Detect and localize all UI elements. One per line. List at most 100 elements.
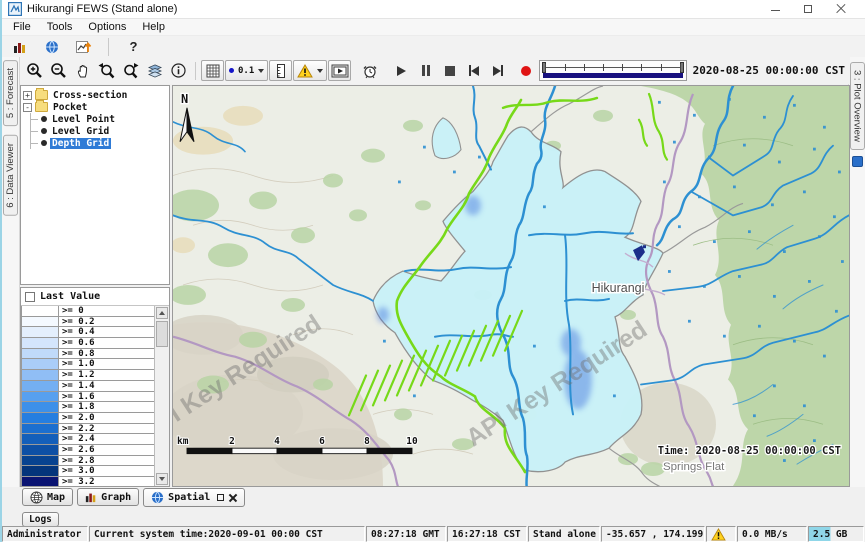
play-button[interactable] (390, 60, 413, 81)
status-cell-2: 08:27:18 GMT (366, 526, 446, 542)
map-canvas[interactable]: API Key Required API Key Required Hikura… (172, 85, 850, 487)
record-button[interactable] (510, 60, 533, 81)
logs-button[interactable]: Logs (22, 512, 59, 527)
legend-value: >= 3.2 (58, 477, 154, 486)
bullet-icon (41, 140, 47, 146)
pause-icon (422, 65, 431, 76)
time-slider-range-bar (543, 73, 682, 78)
legend-swatch (22, 392, 58, 402)
tree-node[interactable]: +Cross-section (23, 89, 167, 101)
legend-value: >= 1.4 (58, 381, 154, 391)
statistics-button[interactable] (8, 36, 31, 57)
expander-icon[interactable]: - (23, 103, 32, 112)
tab-data-viewer[interactable]: 6 : Data Viewer (3, 135, 18, 216)
timeseries-dialog-button[interactable] (72, 36, 95, 57)
wire-globe-icon (30, 491, 43, 504)
legend-row: >= 1.2 (22, 370, 154, 381)
tree-leaf[interactable]: Level Point (31, 113, 167, 125)
spatial-display-button[interactable] (40, 36, 63, 57)
tab-spatial[interactable]: Spatial (143, 488, 245, 507)
menu-file[interactable]: File (5, 20, 39, 34)
legend-swatch (22, 370, 58, 380)
tree-leaf[interactable]: Level Grid (31, 125, 167, 137)
scrollbar-thumb[interactable] (156, 321, 168, 347)
folder-icon (35, 102, 48, 112)
legend-row: >= 2.6 (22, 445, 154, 456)
maximize-button[interactable] (803, 4, 814, 15)
warning-icon (711, 528, 726, 541)
legend-row: >= 2.4 (22, 434, 154, 445)
time-slider[interactable] (539, 60, 686, 81)
pause-button[interactable] (414, 60, 437, 81)
svg-text:2: 2 (229, 436, 235, 447)
tab-close-icon[interactable] (228, 493, 237, 502)
tab-forecast[interactable]: 5 : Forecast (3, 60, 18, 126)
help-button[interactable]: ? (122, 36, 145, 57)
legend-row: >= 2.2 (22, 424, 154, 435)
dock-icon[interactable] (852, 156, 863, 167)
menu-bar: File Tools Options Help (2, 19, 865, 36)
skip-start-icon (469, 65, 480, 76)
legend-body: >= 0>= 0.2>= 0.4>= 0.6>= 0.8>= 1.0>= 1.2… (21, 305, 169, 486)
expander-icon[interactable]: + (23, 91, 32, 100)
layers-button[interactable] (143, 60, 166, 81)
status-cell-3: 16:27:18 CST (447, 526, 527, 542)
bottom-tab-bar: Map Graph Spatial (2, 488, 865, 509)
zoom-in-button[interactable] (23, 60, 46, 81)
legend-row: >= 3.0 (22, 466, 154, 477)
export-animation-button[interactable] (328, 60, 351, 81)
zoom-next-button[interactable] (119, 60, 142, 81)
timer-clock-icon (362, 63, 378, 79)
legend-value: >= 2.2 (58, 424, 154, 434)
tab-restore-icon[interactable] (217, 494, 224, 501)
tree-leaf[interactable]: Depth Grid (31, 137, 167, 149)
interval-dropdown[interactable]: 0.1 (225, 60, 268, 81)
menu-options[interactable]: Options (80, 20, 134, 34)
zoom-out-button[interactable] (47, 60, 70, 81)
svg-text:10: 10 (406, 436, 418, 447)
legend-value: >= 1.6 (58, 392, 154, 402)
legend-swatch (22, 327, 58, 337)
current-time-label: 2020-08-25 00:00:00 CST (693, 64, 847, 77)
legend-row: >= 0 (22, 306, 154, 317)
grid-display-toggle[interactable] (201, 60, 224, 81)
window-title: Hikurangi FEWS (Stand alone) (27, 3, 765, 15)
tab-map-label: Map (47, 492, 65, 503)
legend-value: >= 0.6 (58, 338, 154, 348)
info-button[interactable] (167, 60, 190, 81)
menu-help[interactable]: Help (134, 20, 173, 34)
town-label: Hikurangi (592, 281, 645, 295)
stop-button[interactable] (438, 60, 461, 81)
tab-plot-overview[interactable]: 3 : Plot Overview (850, 62, 865, 150)
warnings-dropdown[interactable] (293, 60, 327, 81)
last-value-checkbox[interactable] (25, 292, 35, 302)
tab-map[interactable]: Map (22, 488, 73, 506)
legend-row: >= 1.6 (22, 392, 154, 403)
animation-timer-button[interactable] (358, 60, 381, 81)
legend-scrollbar[interactable] (154, 306, 169, 486)
status-cell-7: 0.0 MB/s (737, 526, 807, 542)
tree-node[interactable]: -Pocket (23, 101, 167, 113)
legend-swatch (22, 445, 58, 455)
stop-icon (445, 66, 455, 76)
zoom-previous-button[interactable] (95, 60, 118, 81)
title-bar: Hikurangi FEWS (Stand alone) (2, 0, 865, 19)
scroll-down-arrow[interactable] (156, 473, 168, 485)
right-tab-strip: 3 : Plot Overview (848, 57, 865, 487)
map-toolbar: 0.1 (20, 57, 850, 84)
close-button[interactable] (836, 4, 847, 15)
legend-value: >= 0.2 (58, 317, 154, 327)
locality-label: Springs Flat (663, 461, 725, 473)
step-first-button[interactable] (462, 60, 485, 81)
ruler-button[interactable] (269, 60, 292, 81)
app-icon (8, 2, 22, 16)
minimize-button[interactable] (770, 4, 781, 15)
svg-text:8: 8 (364, 436, 370, 447)
legend-row: >= 2.8 (22, 456, 154, 467)
legend-row: >= 0.6 (22, 338, 154, 349)
scroll-up-arrow[interactable] (156, 307, 168, 319)
menu-tools[interactable]: Tools (39, 20, 81, 34)
step-last-button[interactable] (486, 60, 509, 81)
tab-graph[interactable]: Graph (77, 488, 139, 506)
pan-button[interactable] (71, 60, 94, 81)
